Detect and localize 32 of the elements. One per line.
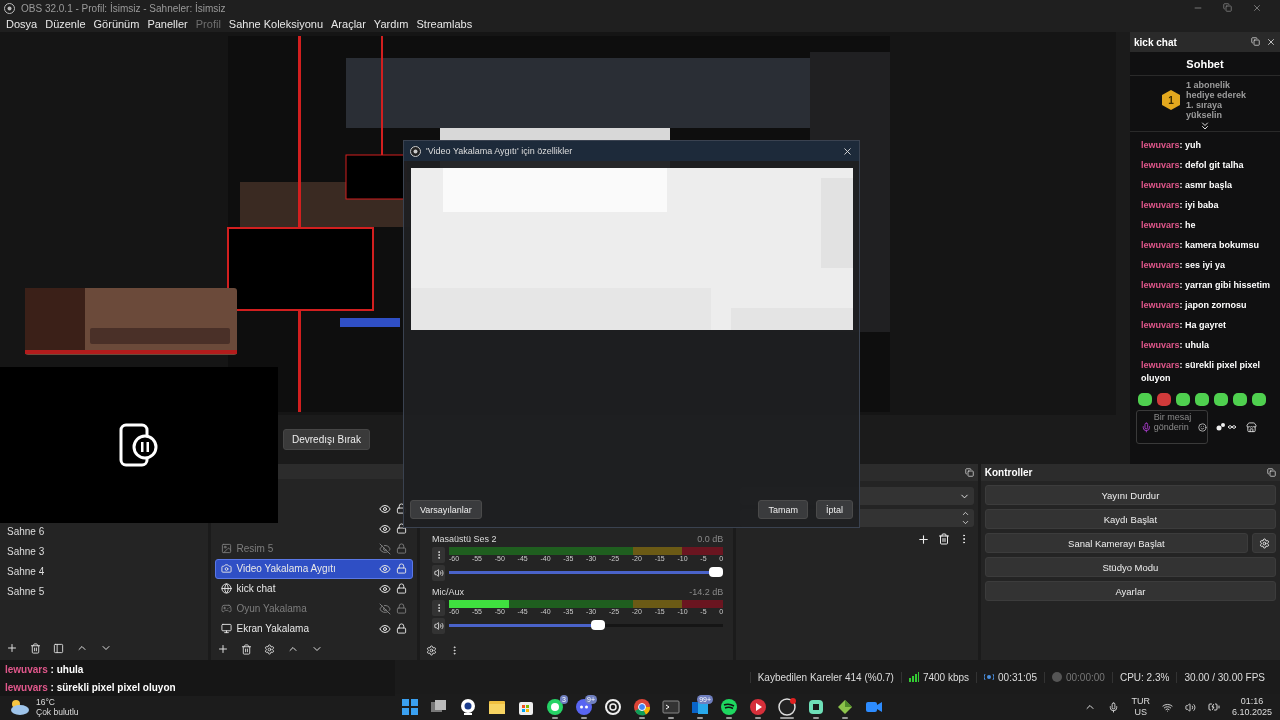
chat-message: lewuvars: yuh <box>1141 139 1203 152</box>
chat-message: lewuvars: he <box>1141 219 1197 232</box>
channel-name: Masaüstü Ses 2 <box>432 534 497 547</box>
chat-heading: Sohbet <box>1130 52 1280 76</box>
temperature: 16°C <box>36 697 56 707</box>
dock-title: kick chat <box>1134 36 1177 48</box>
weather-text: Çok bulutlu <box>36 707 79 717</box>
chat-message: lewuvars: Ha gayret <box>1141 319 1228 332</box>
chat-message: lewuvars : sürekli pixel pixel oluyon <box>5 681 177 693</box>
stream-time: 00:31:05 <box>998 671 1037 683</box>
chat-message: lewuvars: uhula <box>1141 339 1211 352</box>
chat-message: lewuvars: japon zornosu <box>1141 299 1248 312</box>
rank-badge: 1 <box>1162 90 1180 110</box>
chat-message: lewuvars: defol git talha <box>1141 159 1245 172</box>
fps-reading: 30.00 / 30.00 FPS <box>1184 671 1265 683</box>
chat-message: lewuvars: ses iyi ya <box>1141 259 1227 272</box>
cpu-usage: CPU: 2.3% <box>1119 671 1170 683</box>
bitrate: 7400 kbps <box>922 671 970 683</box>
window-title: OBS 32.0.1 - Profil: İsimsiz - Sahneler: İsimsiz <box>21 2 226 14</box>
chat-message: lewuvars: kamera bokumsu <box>1141 239 1261 252</box>
dock-title: Kontroller <box>984 467 1033 478</box>
chat-message: lewuvars: iyi baba <box>1141 199 1220 212</box>
chat-message: lewuvars: asmr başla <box>1141 179 1234 192</box>
chat-message: lewuvars : uhula <box>5 663 85 675</box>
banner-text: 1 abonelik hediye ederek 1. sıraya yükselin <box>1186 80 1248 120</box>
chat-message: lewuvars: yarran gibi hissetim <box>1141 279 1272 292</box>
db-reading: -14.2 dB <box>689 587 724 600</box>
record-time: 00:00:00 <box>1065 671 1105 683</box>
dropped-frames: Kaybedilen Kareler 414 (%0.7) <box>757 671 894 683</box>
channel-name: Mic/Aux <box>432 587 465 600</box>
chat-message: lewuvars: sürekli pixel pixel oluyon <box>1141 359 1262 385</box>
db-reading: 0.0 dB <box>697 534 724 547</box>
